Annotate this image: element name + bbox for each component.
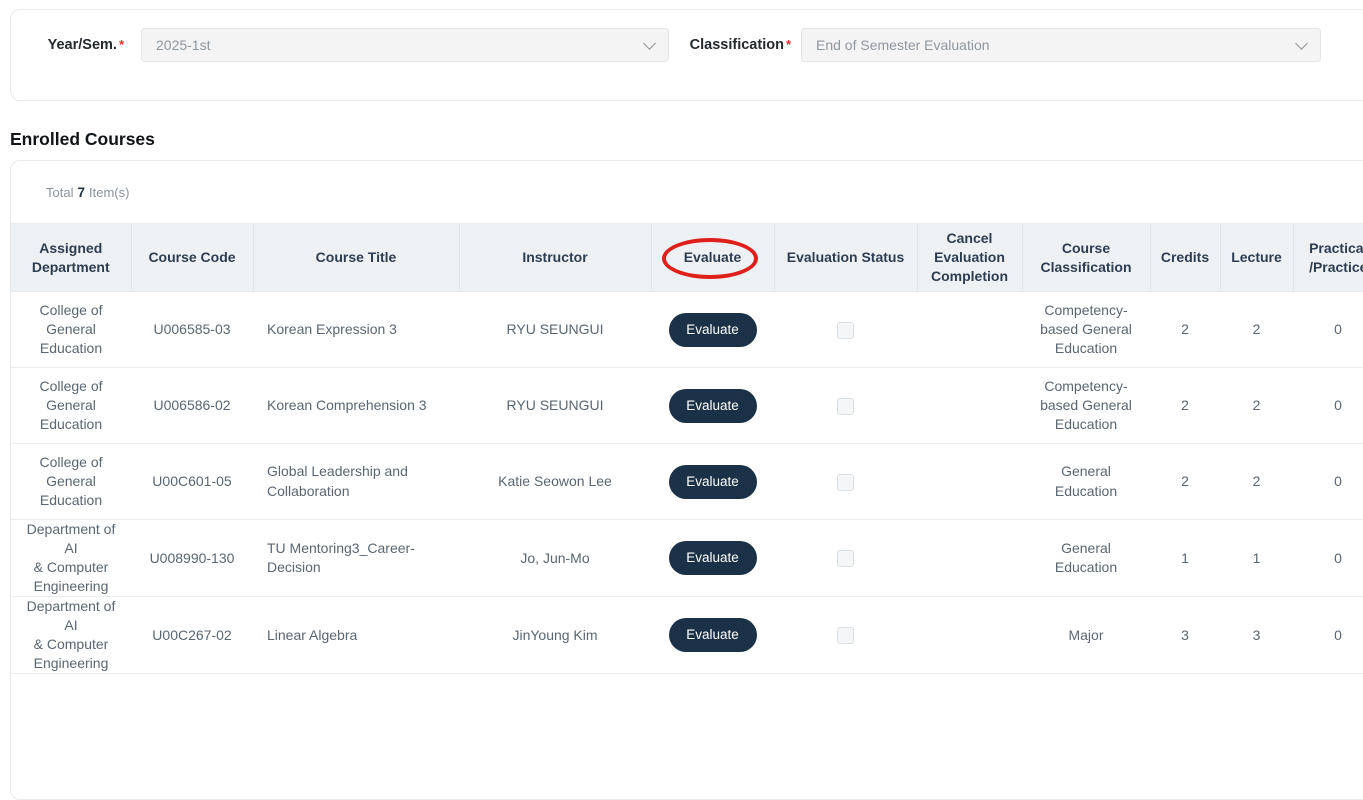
year-sem-label-text: Year/Sem.	[48, 37, 117, 53]
evaluate-button[interactable]: Evaluate	[669, 465, 757, 499]
cell-course-code: U00C601-05	[131, 444, 253, 520]
cell-course-code: U00C267-02	[131, 597, 253, 674]
enrolled-courses-table: Assigned Department Course Code Course T…	[11, 223, 1363, 674]
cell-course-title: TU Mentoring3_Career-Decision	[253, 520, 459, 597]
evaluation-status-checkbox[interactable]	[837, 627, 854, 644]
column-header-lecture: Lecture	[1220, 224, 1293, 292]
cell-department: College of General Education	[11, 444, 131, 520]
table-row: College of General Education U006585-03 …	[11, 292, 1363, 368]
cell-instructor: Katie Seowon Lee	[459, 444, 651, 520]
column-header-evaluate: Evaluate	[651, 224, 774, 292]
cell-course-code: U006586-02	[131, 368, 253, 444]
cell-credits: 2	[1150, 368, 1220, 444]
cell-instructor: RYU SEUNGUI	[459, 368, 651, 444]
classification-label: Classification*	[669, 37, 801, 53]
cell-practical: 0	[1293, 520, 1363, 597]
cell-course-title: Korean Expression 3	[253, 292, 459, 368]
column-header-practical-practice: Practical /Practice	[1293, 224, 1363, 292]
required-asterisk: *	[786, 37, 791, 52]
cell-course-title: Global Leadership and Collaboration	[253, 444, 459, 520]
column-header-credits: Credits	[1150, 224, 1220, 292]
cell-department: College of General Education	[11, 368, 131, 444]
cell-instructor: JinYoung Kim	[459, 597, 651, 674]
cell-course-code: U008990-130	[131, 520, 253, 597]
evaluate-button[interactable]: Evaluate	[669, 541, 757, 575]
year-sem-select-value: 2025-1st	[156, 37, 210, 53]
column-header-course-title: Course Title	[253, 224, 459, 292]
cell-credits: 2	[1150, 292, 1220, 368]
classification-label-text: Classification	[690, 37, 784, 53]
table-header-row: Assigned Department Course Code Course T…	[11, 224, 1363, 292]
total-count-bar: Total 7 Item(s)	[11, 161, 1363, 223]
cell-cancel-evaluation	[917, 368, 1022, 444]
cell-practical: 0	[1293, 292, 1363, 368]
cell-credits: 1	[1150, 520, 1220, 597]
cell-instructor: RYU SEUNGUI	[459, 292, 651, 368]
evaluation-status-checkbox[interactable]	[837, 474, 854, 491]
total-count: 7	[77, 185, 85, 200]
classification-select[interactable]: End of Semester Evaluation	[801, 28, 1321, 62]
evaluate-button[interactable]: Evaluate	[669, 389, 757, 423]
cell-course-classification: General Education	[1022, 520, 1150, 597]
cell-course-classification: Competency- based General Education	[1022, 292, 1150, 368]
evaluation-status-checkbox[interactable]	[837, 322, 854, 339]
column-header-cancel-evaluation-completion: Cancel Evaluation Completion	[917, 224, 1022, 292]
column-header-evaluation-status: Evaluation Status	[774, 224, 917, 292]
year-sem-field: Year/Sem.* 2025-1st	[11, 28, 669, 62]
filter-card: Year/Sem.* 2025-1st Classification* End …	[10, 9, 1363, 101]
cell-course-title: Korean Comprehension 3	[253, 368, 459, 444]
cell-lecture: 2	[1220, 444, 1293, 520]
page-title: Enrolled Courses	[10, 129, 155, 150]
total-suffix: Item(s)	[89, 185, 129, 200]
cell-cancel-evaluation	[917, 292, 1022, 368]
chevron-down-icon	[1295, 37, 1308, 50]
cell-course-code: U006585-03	[131, 292, 253, 368]
column-header-instructor: Instructor	[459, 224, 651, 292]
evaluate-button[interactable]: Evaluate	[669, 618, 757, 652]
cell-practical: 0	[1293, 597, 1363, 674]
table-row: Department of AI & Computer Engineering …	[11, 520, 1363, 597]
cell-instructor: Jo, Jun-Mo	[459, 520, 651, 597]
column-header-assigned-department: Assigned Department	[11, 224, 131, 292]
cell-course-classification: General Education	[1022, 444, 1150, 520]
cell-department: College of General Education	[11, 292, 131, 368]
cell-department: Department of AI & Computer Engineering	[11, 520, 131, 597]
column-header-course-code: Course Code	[131, 224, 253, 292]
cell-lecture: 3	[1220, 597, 1293, 674]
table-row: Department of AI & Computer Engineering …	[11, 597, 1363, 674]
year-sem-label: Year/Sem.*	[11, 37, 141, 53]
cell-course-classification: Major	[1022, 597, 1150, 674]
year-sem-select[interactable]: 2025-1st	[141, 28, 669, 62]
table-row: College of General Education U006586-02 …	[11, 368, 1363, 444]
cell-course-title: Linear Algebra	[253, 597, 459, 674]
classification-field: Classification* End of Semester Evaluati…	[669, 28, 1321, 62]
cell-lecture: 2	[1220, 292, 1293, 368]
cell-cancel-evaluation	[917, 444, 1022, 520]
evaluation-status-checkbox[interactable]	[837, 398, 854, 415]
column-header-course-classification: Course Classification	[1022, 224, 1150, 292]
cell-credits: 2	[1150, 444, 1220, 520]
chevron-down-icon	[643, 37, 656, 50]
cell-cancel-evaluation	[917, 520, 1022, 597]
table-row: College of General Education U00C601-05 …	[11, 444, 1363, 520]
evaluation-status-checkbox[interactable]	[837, 550, 854, 567]
cell-course-classification: Competency- based General Education	[1022, 368, 1150, 444]
enrolled-courses-card: Total 7 Item(s) Assigned Department Cour…	[10, 160, 1363, 800]
cell-department: Department of AI & Computer Engineering	[11, 597, 131, 674]
required-asterisk: *	[119, 37, 124, 52]
cell-cancel-evaluation	[917, 597, 1022, 674]
cell-practical: 0	[1293, 368, 1363, 444]
cell-lecture: 2	[1220, 368, 1293, 444]
cell-credits: 3	[1150, 597, 1220, 674]
classification-select-value: End of Semester Evaluation	[816, 37, 990, 53]
cell-practical: 0	[1293, 444, 1363, 520]
cell-lecture: 1	[1220, 520, 1293, 597]
total-label: Total	[46, 185, 73, 200]
evaluate-button[interactable]: Evaluate	[669, 313, 757, 347]
